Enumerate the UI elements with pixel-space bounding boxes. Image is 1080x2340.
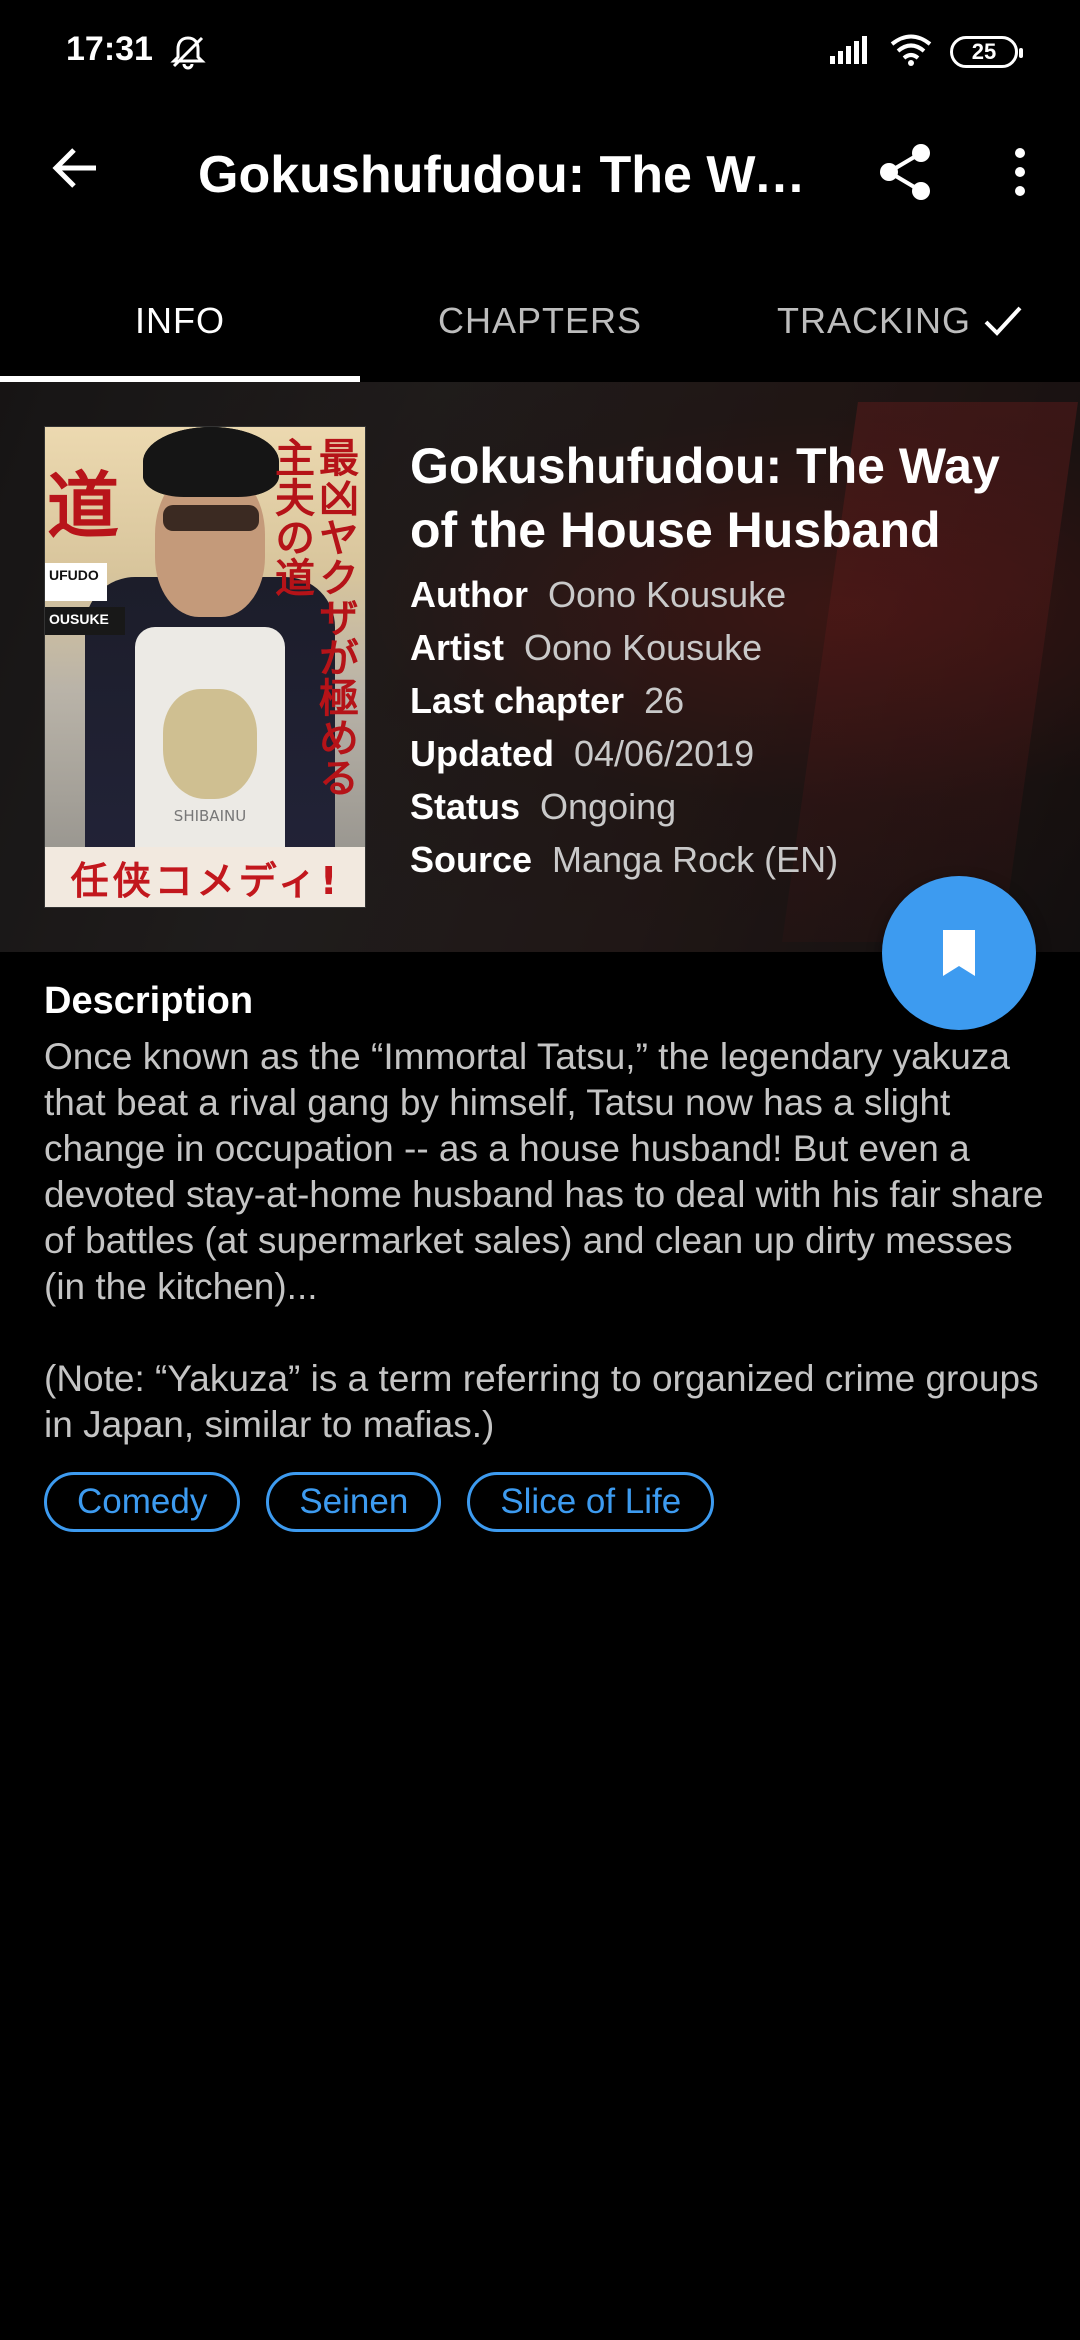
share-button[interactable]	[872, 139, 938, 205]
status-icons: 25	[828, 32, 1023, 72]
detail-label: Artist	[410, 627, 505, 668]
tab-chapters-label: CHAPTERS	[437, 300, 643, 341]
detail-label: Updated	[410, 733, 554, 774]
description-paragraph: Once known as the “Immortal Tatsu,” the …	[44, 1036, 1044, 1307]
detail-label: Status	[410, 786, 521, 827]
back-button[interactable]	[42, 135, 108, 201]
detail-label: Last chapter	[410, 680, 625, 721]
tab-info-label: INFO	[135, 300, 225, 341]
cover-side-label: UFUDO	[45, 563, 107, 601]
cover-bottom-text: 任侠コメディ!	[45, 847, 365, 907]
description-paragraph: (Note: “Yakuza” is a term referring to o…	[44, 1358, 1039, 1445]
wifi-icon	[890, 33, 932, 72]
genre-chip[interactable]: Comedy	[44, 1472, 241, 1532]
detail-author: Author Oono Kousuke	[410, 568, 1050, 621]
manga-details: Author Oono Kousuke Artist Oono Kousuke La…	[410, 568, 1050, 886]
tab-info[interactable]: INFO	[0, 260, 360, 382]
bell-off-icon	[168, 32, 208, 72]
cover-vertical-text: 最凶ヤクザが極める主夫の道	[268, 437, 358, 797]
detail-value: 04/06/2019	[574, 733, 755, 774]
tab-bar: INFO CHAPTERS TRACKING	[0, 260, 1080, 382]
signal-icon	[828, 34, 872, 71]
detail-value: Manga Rock (EN)	[552, 839, 839, 880]
status-bar: 17:31 25	[0, 0, 1080, 105]
genre-chips: Comedy Seinen Slice of Life	[44, 1472, 715, 1532]
cover-side-label-2: OUSUKE	[45, 607, 125, 635]
detail-artist: Artist Oono Kousuke	[410, 621, 1050, 674]
genre-chip[interactable]: Slice of Life	[467, 1472, 715, 1532]
description-heading: Description	[44, 980, 254, 1022]
page-title: Gokushufudou: The Way of the House Husba…	[198, 146, 818, 204]
tab-tracking[interactable]: TRACKING	[720, 260, 1080, 382]
cover-kanji: 道	[47, 463, 120, 548]
manga-header: SHIBAINU 道 UFUDO OUSUKE 最凶ヤクザが極める主夫の道 任侠…	[0, 382, 1080, 952]
cover-dog-label: SHIBAINU	[173, 807, 247, 825]
description-text[interactable]: Once known as the “Immortal Tatsu,” the …	[44, 1034, 1044, 1448]
more-options-button[interactable]	[990, 139, 1050, 205]
detail-last-chapter: Last chapter 26	[410, 674, 1050, 727]
share-icon	[880, 144, 930, 200]
battery-icon: 25	[950, 36, 1023, 68]
manga-title: Gokushufudou: The Way of the House Husba…	[410, 438, 1000, 558]
status-time: 17:31	[66, 30, 153, 68]
genre-chip[interactable]: Seinen	[266, 1472, 442, 1532]
more-vert-icon	[1015, 148, 1025, 196]
manga-info: Gokushufudou: The Way of the House Husba…	[410, 434, 1050, 886]
cover-image[interactable]: SHIBAINU 道 UFUDO OUSUKE 最凶ヤクザが極める主夫の道 任侠…	[44, 426, 366, 908]
detail-status: Status Ongoing	[410, 780, 1050, 833]
tab-tracking-label: TRACKING	[776, 300, 971, 341]
detail-updated: Updated 04/06/2019	[410, 727, 1050, 780]
add-to-library-button[interactable]	[882, 876, 1036, 1030]
detail-label: Author	[410, 574, 528, 615]
detail-value: 26	[644, 680, 685, 721]
tab-chapters[interactable]: CHAPTERS	[360, 260, 720, 382]
app-bar: Gokushufudou: The Way of the House Husba…	[0, 105, 1080, 245]
check-icon	[983, 304, 1023, 338]
detail-label: Source	[410, 839, 533, 880]
detail-value: Ongoing	[540, 786, 677, 827]
detail-value[interactable]: Oono Kousuke	[548, 574, 786, 615]
back-arrow-icon	[52, 148, 96, 188]
bookmark-icon	[943, 930, 975, 976]
detail-value[interactable]: Oono Kousuke	[524, 627, 762, 668]
